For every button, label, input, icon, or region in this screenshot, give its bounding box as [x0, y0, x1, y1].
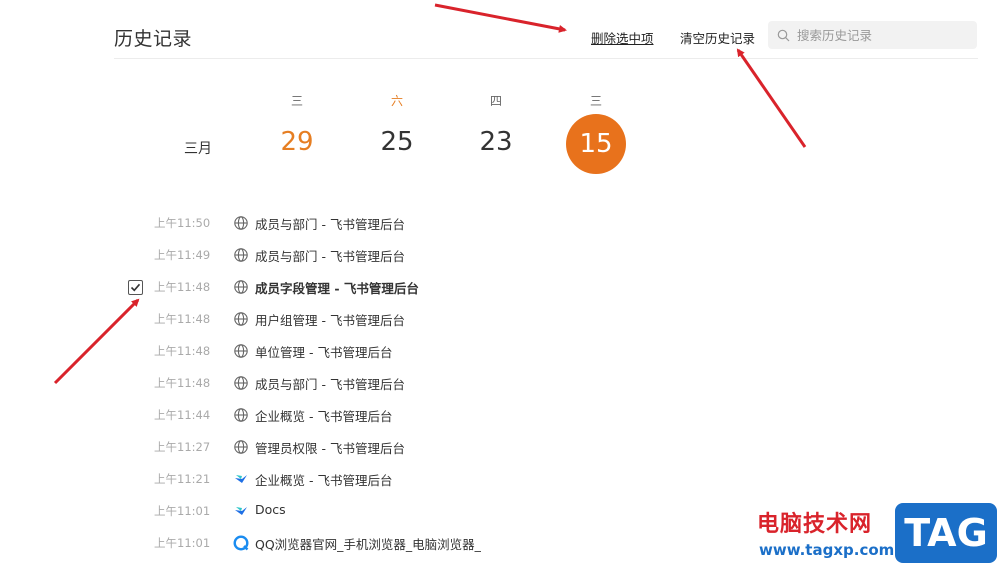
history-row[interactable]: 上午11:27 管理员权限 - 飞书管理后台	[114, 431, 814, 463]
search-box[interactable]	[768, 21, 977, 49]
globe-icon	[234, 280, 248, 294]
row-time: 上午11:27	[154, 440, 211, 454]
weekday-label: 三	[290, 94, 303, 108]
history-row[interactable]: 上午11:50 成员与部门 - 飞书管理后台	[114, 207, 814, 239]
row-time: 上午11:48	[154, 344, 211, 358]
weekday-label: 三	[589, 94, 602, 108]
row-title-link[interactable]: 管理员权限 - 飞书管理后台	[255, 438, 405, 457]
history-list: 上午11:50 成员与部门 - 飞书管理后台 上午11:49 成员与部门 - 飞…	[114, 207, 814, 559]
globe-icon	[234, 440, 248, 454]
history-row[interactable]: 上午11:44 企业概览 - 飞书管理后台	[114, 399, 814, 431]
history-row[interactable]: 上午11:01 Docs	[114, 495, 814, 527]
day-number: 29	[280, 127, 314, 157]
row-time: 上午11:48	[154, 312, 211, 326]
checkmark-icon	[130, 283, 141, 292]
day-29[interactable]: 三 29	[262, 92, 332, 158]
clear-history-button[interactable]: 清空历史记录	[680, 28, 755, 47]
row-title-link[interactable]: 单位管理 - 飞书管理后台	[255, 342, 392, 361]
row-title-link[interactable]: 用户组管理 - 飞书管理后台	[255, 310, 405, 329]
day-25[interactable]: 六 25	[362, 92, 432, 158]
day-number: 15	[566, 114, 626, 174]
day-number: 23	[479, 127, 513, 157]
row-time: 上午11:50	[154, 216, 211, 230]
row-time: 上午11:48	[154, 376, 211, 390]
globe-icon	[234, 344, 248, 358]
header-divider	[114, 58, 978, 59]
search-icon	[777, 29, 790, 41]
qq-browser-icon	[233, 535, 249, 551]
feishu-icon	[235, 507, 247, 515]
globe-icon	[234, 248, 248, 262]
row-title-link[interactable]: 企业概览 - 飞书管理后台	[255, 406, 392, 425]
history-row-checked[interactable]: 上午11:48 成员字段管理 - 飞书管理后台	[114, 271, 814, 303]
row-time: 上午11:01	[154, 504, 211, 518]
row-time: 上午11:48	[154, 280, 211, 294]
history-row[interactable]: 上午11:48 用户组管理 - 飞书管理后台	[114, 303, 814, 335]
annotation-arrow	[736, 48, 807, 148]
row-title-link[interactable]: 成员与部门 - 飞书管理后台	[255, 374, 405, 393]
history-row[interactable]: 上午11:01 QQ浏览器官网_手机浏览器_电脑浏览器_	[114, 527, 814, 559]
row-title-link[interactable]: 成员字段管理 - 飞书管理后台	[255, 278, 419, 297]
day-15-selected[interactable]: 三 15	[561, 92, 631, 174]
weekday-label: 四	[489, 94, 502, 108]
watermark-title: 电脑技术网	[757, 512, 873, 537]
row-checkbox[interactable]	[128, 280, 143, 295]
watermark-tag: TAG	[895, 503, 997, 563]
history-row[interactable]: 上午11:48 成员与部门 - 飞书管理后台	[114, 367, 814, 399]
row-time: 上午11:01	[154, 536, 211, 550]
day-23[interactable]: 四 23	[461, 92, 531, 158]
row-time: 上午11:21	[154, 472, 211, 486]
globe-icon	[234, 408, 248, 422]
row-title-link[interactable]: QQ浏览器官网_手机浏览器_电脑浏览器_	[255, 534, 481, 553]
history-row[interactable]: 上午11:48 单位管理 - 飞书管理后台	[114, 335, 814, 367]
watermark-logo: 电脑技术网 www.tagxp.com TAG	[755, 503, 1001, 566]
day-number: 25	[380, 127, 414, 157]
globe-icon	[234, 216, 248, 230]
history-row[interactable]: 上午11:21 企业概览 - 飞书管理后台	[114, 463, 814, 495]
history-row[interactable]: 上午11:49 成员与部门 - 飞书管理后台	[114, 239, 814, 271]
globe-icon	[234, 312, 248, 326]
row-title-link[interactable]: 企业概览 - 飞书管理后台	[255, 470, 392, 489]
row-title-link[interactable]: 成员与部门 - 飞书管理后台	[255, 246, 405, 265]
row-time: 上午11:49	[154, 248, 211, 262]
weekday-label: 六	[390, 94, 403, 108]
row-title-link[interactable]: 成员与部门 - 飞书管理后台	[255, 214, 405, 233]
feishu-icon	[235, 475, 247, 483]
search-input[interactable]	[795, 26, 969, 44]
annotation-arrow	[434, 3, 567, 33]
month-label: 三月	[184, 141, 212, 157]
row-time: 上午11:44	[154, 408, 211, 422]
delete-selected-button[interactable]: 删除选中项	[591, 28, 654, 47]
globe-icon	[234, 376, 248, 390]
row-title-link[interactable]: Docs	[255, 502, 286, 517]
watermark-url: www.tagxp.com	[759, 541, 895, 559]
page-title: 历史记录	[114, 28, 193, 50]
